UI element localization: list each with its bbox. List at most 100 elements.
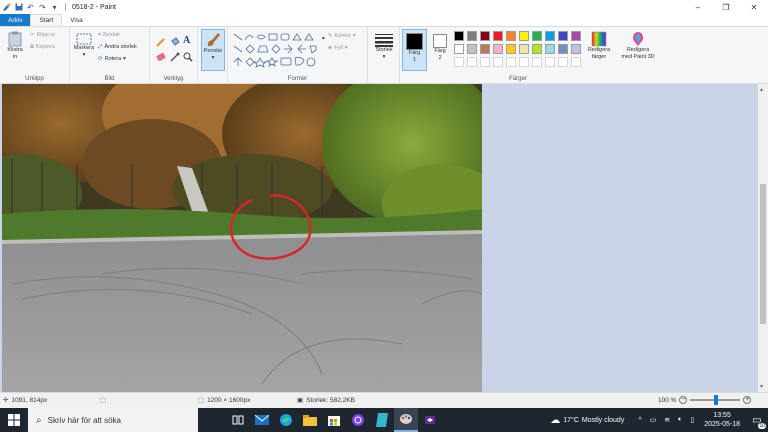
tab-start[interactable]: Start (30, 14, 63, 26)
rotate-button[interactable]: ⟳ Rotera ▾ (98, 56, 126, 63)
crop-button[interactable]: ⌗ Beskär (98, 32, 120, 39)
color-swatch[interactable] (454, 44, 464, 54)
eraser-icon[interactable] (156, 52, 166, 63)
paint-taskbar-icon[interactable] (394, 408, 418, 432)
start-button[interactable] (0, 408, 28, 432)
maximize-button[interactable]: ❐ (712, 0, 740, 14)
notes-app-icon[interactable] (370, 408, 394, 432)
resize-button[interactable]: ⤢ Ändra storlek (98, 44, 137, 51)
text-tool-icon[interactable]: A (183, 35, 190, 46)
color-swatch[interactable] (519, 31, 529, 41)
task-view-icon[interactable] (226, 408, 250, 432)
canvas-image[interactable] (2, 84, 482, 392)
weather-widget[interactable]: ☁ 17°C Mostly cloudy (550, 415, 624, 426)
color-swatch[interactable] (571, 44, 581, 54)
file-explorer-icon[interactable] (298, 408, 322, 432)
color-swatch[interactable] (493, 44, 503, 54)
clock-time: 13:55 (713, 412, 731, 419)
undo-icon[interactable]: ↶ (26, 3, 35, 12)
clock[interactable]: 13:55 2025-05-18 (704, 411, 740, 429)
shapes-gallery[interactable] (232, 32, 324, 68)
wifi-icon[interactable]: ≋ (664, 416, 670, 424)
size-label: Storlek (375, 47, 393, 53)
scroll-up-icon[interactable]: ▴ (760, 86, 763, 93)
color-swatch[interactable] (506, 44, 516, 54)
scroll-down-icon[interactable]: ▾ (760, 383, 763, 390)
paste-button[interactable]: Klistra in (4, 31, 26, 61)
color-swatch[interactable] (480, 44, 490, 54)
custom-color-slot[interactable] (467, 57, 477, 67)
size-group: Storlek ▾ (368, 27, 400, 83)
custom-color-slot[interactable] (558, 57, 568, 67)
canvas-workspace[interactable] (0, 84, 758, 392)
custom-color-slot[interactable] (493, 57, 503, 67)
custom-color-slot[interactable] (454, 57, 464, 67)
select-button[interactable]: Markera ▾ (72, 33, 96, 59)
color-picker-icon[interactable] (170, 52, 180, 64)
tools-group: A Verktyg (150, 27, 198, 83)
size-button[interactable]: Storlek ▾ (372, 33, 396, 61)
vertical-scrollbar[interactable]: ▴ ▾ (758, 84, 768, 392)
color-2-button[interactable]: Färg 2 (428, 29, 452, 71)
zoom-slider[interactable] (690, 395, 741, 405)
tab-arkiv[interactable]: Arkiv (0, 14, 31, 26)
color-swatch[interactable] (467, 31, 477, 41)
visual-studio-icon[interactable] (418, 408, 442, 432)
notification-center-button[interactable]: ▭ 10 (746, 408, 768, 432)
shapes-scroll-icon[interactable]: ▴ (322, 35, 325, 42)
cut-button[interactable]: ✂ Klipp ut (30, 32, 55, 39)
magnifier-icon[interactable] (183, 52, 193, 64)
store-icon[interactable] (322, 408, 346, 432)
custom-color-slot[interactable] (506, 57, 516, 67)
color-swatch[interactable] (571, 31, 581, 41)
volume-icon[interactable]: 🔈︎ (678, 416, 682, 424)
color-swatch[interactable] (558, 31, 568, 41)
color-swatch[interactable] (480, 31, 490, 41)
fill-bucket-icon[interactable] (170, 37, 180, 49)
save-icon[interactable] (14, 3, 23, 12)
zoom-out-icon[interactable]: − (679, 396, 688, 404)
edge-browser-icon[interactable] (274, 408, 298, 432)
zoom-in-icon[interactable]: + (743, 396, 752, 404)
color-swatch[interactable] (454, 31, 464, 41)
outline-button[interactable]: ✎ Kontur ▾ (328, 33, 356, 40)
close-button[interactable]: ✕ (740, 0, 768, 14)
color-swatch[interactable] (493, 31, 503, 41)
copy-button[interactable]: ⧉ Kopiera (30, 44, 55, 51)
color-swatch[interactable] (545, 31, 555, 41)
custom-color-slot[interactable] (532, 57, 542, 67)
minimize-button[interactable]: – (684, 0, 712, 14)
network-icon[interactable]: ▭ (650, 416, 657, 424)
pencil-icon[interactable] (156, 37, 166, 49)
scrollbar-thumb[interactable] (760, 184, 766, 324)
edit-colors-button[interactable]: Redigera färger (585, 31, 613, 61)
custom-color-slot[interactable] (480, 57, 490, 67)
custom-color-slot[interactable] (571, 57, 581, 67)
photo-road-trees[interactable] (2, 84, 482, 392)
color-swatch[interactable] (532, 31, 542, 41)
color-swatch[interactable] (467, 44, 477, 54)
mail-app-icon[interactable] (250, 408, 274, 432)
customize-qat-icon[interactable]: ▾ (50, 3, 59, 12)
show-hidden-icons-icon[interactable]: ^ (638, 417, 641, 424)
redo-icon[interactable]: ↷ (38, 3, 47, 12)
color-swatch[interactable] (519, 44, 529, 54)
color-swatch[interactable] (545, 44, 555, 54)
title-bar: ↶ ↷ ▾ 0518-2 - Paint – ❐ ✕ (0, 0, 768, 14)
color-swatch[interactable] (532, 44, 542, 54)
custom-color-slot[interactable] (519, 57, 529, 67)
color-swatch[interactable] (506, 31, 516, 41)
zoom-slider-thumb[interactable] (714, 395, 719, 405)
fill-button[interactable]: ◈ Fyll ▾ (328, 45, 348, 52)
custom-color-slot[interactable] (545, 57, 555, 67)
color-swatch[interactable] (558, 44, 568, 54)
cursor-position: ✛ 1091, 814px (3, 396, 47, 405)
battery-icon[interactable]: ▯ (690, 416, 694, 424)
brushes-button[interactable]: Penslar ▾ (201, 29, 225, 71)
weather-temperature: 17°C (563, 416, 579, 424)
purple-app-icon[interactable] (346, 408, 370, 432)
color-1-button[interactable]: Färg 1 (402, 29, 427, 71)
taskbar-search[interactable]: ⌕ Skriv här för att söka (28, 408, 198, 432)
edit-with-paint3d-button[interactable]: Redigera med Paint 3D (616, 31, 660, 61)
tab-visa[interactable]: Visa (62, 14, 91, 26)
